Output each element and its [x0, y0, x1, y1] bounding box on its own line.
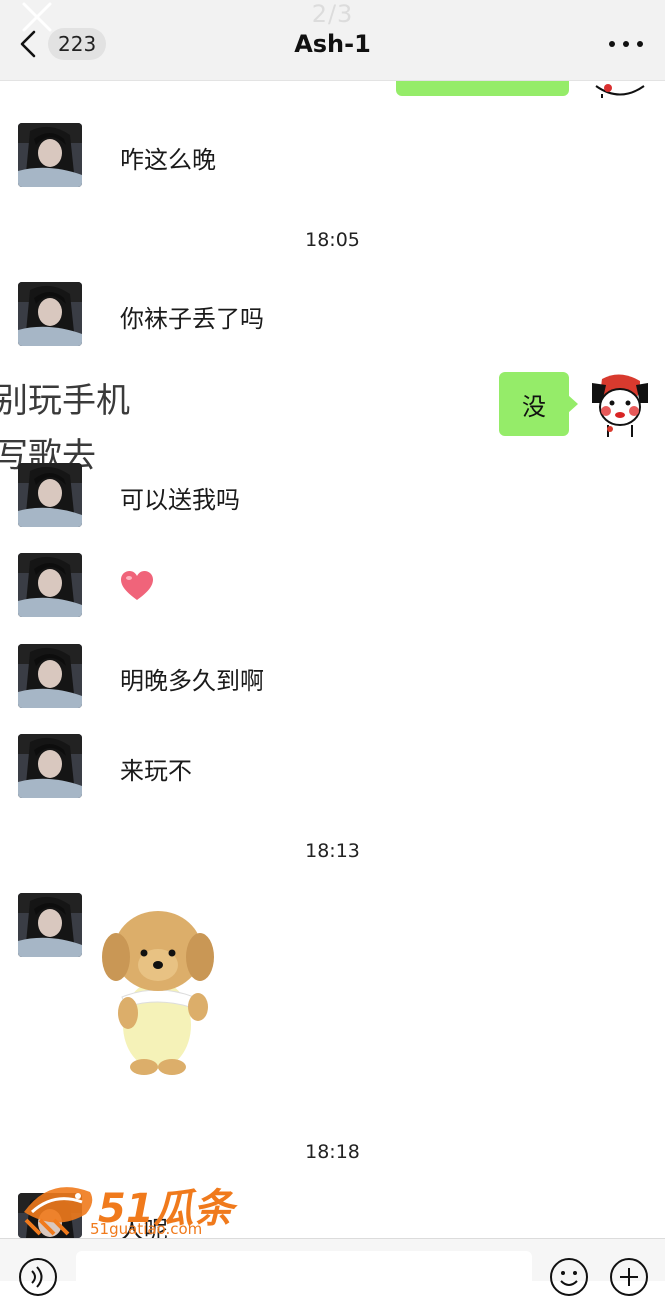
watermark-logo: 51瓜条 51guatiao.com: [20, 1172, 235, 1242]
my-avatar[interactable]: [588, 373, 652, 437]
message-text: 咋这么晚: [120, 146, 216, 174]
plus-icon[interactable]: [609, 1257, 649, 1297]
chat-input-bar: [0, 1238, 665, 1296]
message-text: 来玩不: [120, 757, 192, 785]
sent-message-text: 没: [522, 392, 546, 421]
contact-avatar[interactable]: [18, 123, 82, 187]
chat-title: Ash-1: [294, 30, 371, 58]
contact-avatar[interactable]: [18, 893, 82, 957]
voice-icon[interactable]: [18, 1257, 58, 1297]
more-icon[interactable]: [609, 32, 643, 56]
contact-avatar[interactable]: [18, 553, 82, 617]
bubble-tail: [568, 395, 578, 413]
sent-message-bubble[interactable]: 没: [499, 372, 569, 436]
contact-avatar[interactable]: [18, 644, 82, 708]
timestamp: 18:18: [305, 1141, 360, 1163]
contact-avatar[interactable]: [18, 734, 82, 798]
emoji-icon[interactable]: [549, 1257, 589, 1297]
heart-icon: [121, 571, 153, 600]
watermark-fish-icon: [24, 1187, 93, 1236]
message-text: 你袜子丢了吗: [120, 305, 264, 333]
overlay-caption-line1: 别玩手机: [0, 381, 130, 421]
message-input[interactable]: [76, 1251, 532, 1295]
puppy-sticker[interactable]: [100, 905, 215, 1075]
chat-header: 2/3 223 Ash-1: [0, 0, 665, 81]
message-text: 可以送我吗: [120, 486, 240, 514]
contact-avatar[interactable]: [18, 463, 82, 527]
timestamp: 18:13: [305, 840, 360, 862]
message-text: 明晚多久到啊: [120, 667, 264, 695]
watermark-domain: 51guatiao.com: [90, 1220, 203, 1238]
timestamp: 18:05: [305, 229, 360, 251]
contact-avatar[interactable]: [18, 282, 82, 346]
